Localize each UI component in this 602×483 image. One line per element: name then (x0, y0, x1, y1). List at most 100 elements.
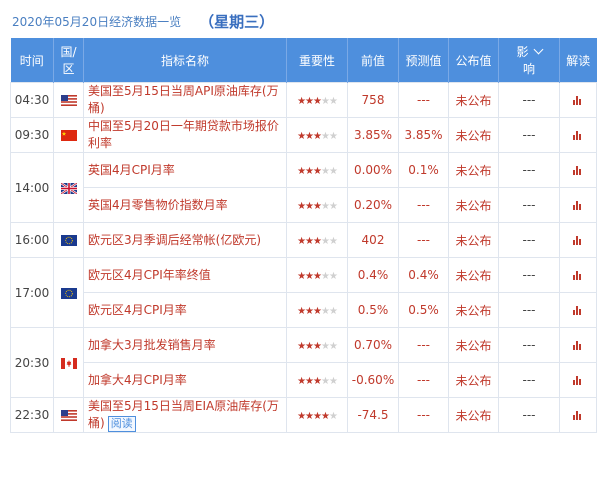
star-icon: ★ (297, 96, 306, 107)
importance-cell: ★★★★★ (286, 187, 348, 223)
indicator-cell[interactable]: 美国至5月15日当周API原油库存(万桶) (83, 82, 287, 118)
col-header-impact[interactable]: 影响 (498, 38, 560, 83)
explain-cell[interactable] (559, 257, 597, 293)
economic-calendar-table: 时间 国/区 指标名称 重要性 前值 预测值 公布值 影响 解读 04:30 美国… (10, 38, 597, 433)
explain-cell[interactable] (559, 292, 597, 328)
read-button[interactable]: 阅读 (107, 416, 136, 432)
indicator-name[interactable]: 欧元区3月季调后经常帐(亿欧元) (88, 233, 261, 247)
bar-chart-icon[interactable] (573, 411, 583, 420)
previous-value: 0.5% (347, 292, 399, 328)
explain-cell[interactable] (559, 187, 597, 223)
bar-chart-icon[interactable] (573, 306, 583, 315)
indicator-cell[interactable]: 加拿大3月批发销售月率 (83, 327, 287, 363)
explain-cell[interactable] (559, 397, 597, 433)
col-header-importance: 重要性 (286, 38, 348, 83)
explain-cell[interactable] (559, 362, 597, 398)
bar-chart-icon[interactable] (573, 96, 583, 105)
indicator-cell[interactable]: 加拿大4月CPI月率 (83, 362, 287, 398)
bar-chart-icon[interactable] (573, 201, 583, 210)
indicator-name[interactable]: 欧元区4月CPI月率 (88, 303, 187, 317)
star-icon: ★ (313, 341, 322, 352)
table-row: 09:30 中国至5月20日一年期贷款市场报价利率 ★★★★★ 3.85% 3.85% 未… (10, 117, 597, 153)
star-icon: ★ (313, 131, 322, 142)
star-icon: ★ (313, 166, 322, 177)
star-icon: ★ (320, 376, 330, 387)
indicator-name[interactable]: 中国至5月20日一年期贷款市场报价利率 (88, 119, 279, 150)
col-header-impact-line2: 响 (522, 62, 535, 76)
indicator-name[interactable]: 英国4月零售物价指数月率 (88, 198, 228, 212)
forecast-value: 3.85% (398, 117, 449, 153)
col-header-region-line2: 区 (62, 62, 75, 76)
importance-cell: ★★★★★ (286, 292, 348, 328)
indicator-cell[interactable]: 英国4月CPI月率 (83, 152, 287, 188)
star-icon: ★ (320, 236, 330, 247)
star-icon: ★ (313, 411, 322, 422)
explain-cell[interactable] (559, 82, 597, 118)
col-header-previous: 前值 (347, 38, 399, 83)
importance-stars: ★★★★★ (297, 236, 338, 247)
explain-cell[interactable] (559, 117, 597, 153)
actual-value: 未公布 (448, 222, 499, 258)
bar-chart-icon[interactable] (573, 166, 583, 175)
explain-cell[interactable] (559, 152, 597, 188)
star-icon: ★ (305, 376, 314, 387)
bar-chart-icon[interactable] (573, 236, 583, 245)
indicator-name[interactable]: 英国4月CPI月率 (88, 163, 175, 177)
importance-stars: ★★★★★ (297, 376, 338, 387)
col-header-time: 时间 (10, 38, 54, 83)
chevron-down-icon[interactable] (533, 44, 543, 55)
canada-flag-icon (60, 356, 77, 370)
star-icon: ★ (297, 271, 306, 282)
previous-value: 0.70% (347, 327, 399, 363)
indicator-cell[interactable]: 欧元区4月CPI年率终值 (83, 257, 287, 293)
star-icon: ★ (328, 166, 338, 177)
date-title: 2020年05月20日经济数据一览 (12, 14, 182, 29)
indicator-cell[interactable]: 美国至5月15日当周EIA原油库存(万桶) 阅读 (83, 397, 287, 433)
star-icon: ★ (328, 201, 338, 212)
indicator-cell[interactable]: 英国4月零售物价指数月率 (83, 187, 287, 223)
explain-cell[interactable] (559, 222, 597, 258)
importance-cell: ★★★★★ (286, 397, 348, 433)
col-header-actual: 公布值 (448, 38, 499, 83)
flag-cell (53, 397, 84, 433)
table-row: 英国4月零售物价指数月率 ★★★★★ 0.20% --- 未公布 --- (11, 187, 597, 223)
importance-cell: ★★★★★ (286, 82, 348, 118)
explain-cell[interactable] (559, 327, 597, 363)
previous-value: 3.85% (347, 117, 399, 153)
indicator-name[interactable]: 欧元区4月CPI年率终值 (88, 268, 211, 282)
bar-chart-icon[interactable] (573, 341, 583, 350)
star-icon: ★ (320, 201, 330, 212)
impact-value: --- (498, 152, 560, 188)
impact-value: --- (498, 397, 560, 433)
star-icon: ★ (297, 411, 306, 422)
star-icon: ★ (320, 96, 330, 107)
star-icon: ★ (297, 236, 306, 247)
impact-value: --- (498, 187, 560, 223)
star-icon: ★ (320, 306, 330, 317)
indicator-name[interactable]: 美国至5月15日当周API原油库存(万桶) (88, 84, 279, 115)
indicator-name[interactable]: 加拿大4月CPI月率 (88, 373, 187, 387)
impact-value: --- (498, 257, 560, 293)
bar-chart-icon[interactable] (573, 376, 583, 385)
indicator-cell[interactable]: 欧元区4月CPI月率 (83, 292, 287, 328)
bar-chart-icon[interactable] (573, 271, 583, 280)
indicator-cell[interactable]: 欧元区3月季调后经常帐(亿欧元) (83, 222, 287, 258)
bar-chart-icon[interactable] (573, 131, 583, 140)
forecast-value: 0.5% (398, 292, 449, 328)
star-icon: ★ (320, 411, 330, 422)
importance-stars: ★★★★★ (297, 341, 338, 352)
weekday-label: （星期三） (199, 12, 275, 31)
star-icon: ★ (305, 166, 314, 177)
col-header-indicator: 指标名称 (83, 38, 287, 83)
indicator-name[interactable]: 加拿大3月批发销售月率 (88, 338, 216, 352)
indicator-cell[interactable]: 中国至5月20日一年期贷款市场报价利率 (83, 117, 287, 153)
actual-value: 未公布 (448, 117, 499, 153)
importance-cell: ★★★★★ (286, 222, 348, 258)
eu-flag-icon (60, 286, 77, 300)
star-icon: ★ (297, 201, 306, 212)
previous-value: -74.5 (347, 397, 399, 433)
star-icon: ★ (313, 236, 322, 247)
forecast-value: --- (398, 362, 449, 398)
star-icon: ★ (313, 201, 322, 212)
page-heading: 2020年05月20日经济数据一览 （星期三） (12, 10, 274, 32)
